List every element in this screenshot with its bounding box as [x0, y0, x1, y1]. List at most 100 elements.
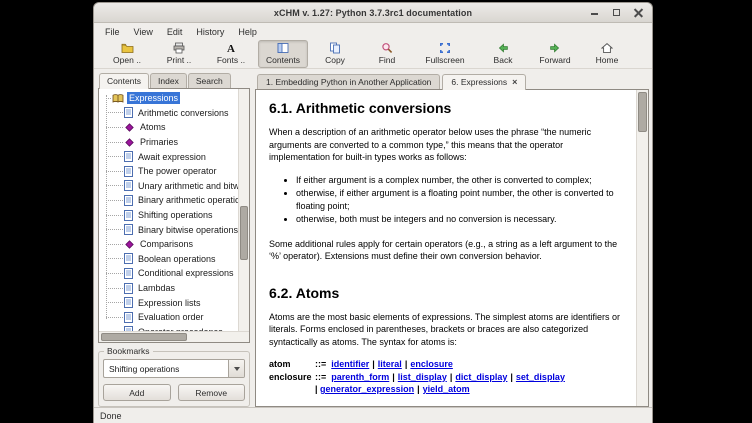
menu-help[interactable]: Help: [231, 25, 264, 39]
grammar-link-set_display[interactable]: set_display: [516, 372, 565, 382]
grammar-separator: |: [405, 359, 408, 369]
grammar-link-yield_atom[interactable]: yield_atom: [423, 384, 470, 394]
page-icon: [124, 224, 133, 235]
grammar-link-parenth_form[interactable]: parenth_form: [331, 372, 389, 382]
window-controls: [590, 3, 643, 22]
contents-button[interactable]: Contents: [258, 40, 308, 68]
tree-connector: [106, 215, 123, 216]
toolbar-button-label: Contents: [266, 55, 300, 65]
tree-item-the-power-operator[interactable]: The power operator: [99, 164, 249, 179]
find-icon: [381, 42, 393, 54]
tab-search[interactable]: Search: [188, 73, 231, 88]
tree-connector: [106, 258, 123, 259]
section-heading: 6.2. Atoms: [269, 285, 626, 301]
open-folder-icon: [121, 42, 134, 54]
tree-connector: [106, 156, 123, 157]
tree-item-lambdas[interactable]: Lambdas: [99, 281, 249, 296]
tree-item-boolean-operations[interactable]: Boolean operations: [99, 252, 249, 267]
tree-item-expressions[interactable]: Expressions: [99, 91, 249, 106]
fullscreen-button[interactable]: Fullscreen: [420, 40, 470, 68]
diamond-icon: [124, 239, 135, 250]
tree-item-label: Binary bitwise operations: [136, 224, 240, 236]
toolbar: Open .. Print .. AFonts .. Contents CopyFind…: [94, 40, 652, 69]
document-tab-2[interactable]: 6. Expressions×: [442, 74, 526, 90]
bookmark-remove-button[interactable]: Remove: [178, 384, 246, 401]
menu-file[interactable]: File: [98, 25, 127, 39]
menu-history[interactable]: History: [189, 25, 231, 39]
bookmark-buttons: Add Remove: [103, 384, 245, 401]
document-tabs: 1. Embedding Python in Another Applicati…: [255, 71, 649, 89]
toolbar-button-label: Forward: [539, 55, 570, 65]
close-icon[interactable]: [634, 8, 643, 17]
app-window: xCHM v. 1.27: Python 3.7.3rc1 documentat…: [93, 2, 653, 423]
grammar-rule-name: atom: [269, 358, 315, 371]
grammar-separator: |: [392, 372, 395, 382]
tree-item-binary-bitwise-operations[interactable]: Binary bitwise operations: [99, 222, 249, 237]
tree-item-await-expression[interactable]: Await expression: [99, 149, 249, 164]
document-vscroll-thumb[interactable]: [638, 92, 647, 132]
tree-item-arithmetic-conversions[interactable]: Arithmetic conversions: [99, 106, 249, 121]
tree-item-label: Conditional expressions: [136, 267, 236, 279]
find-button[interactable]: Find: [362, 40, 412, 68]
contents-tree-panel: ExpressionsArithmetic conversionsAtomsPr…: [98, 88, 250, 343]
paragraph: Atoms are the most basic elements of exp…: [269, 311, 626, 349]
page-icon: [124, 151, 133, 162]
fonts-button[interactable]: AFonts ..: [206, 40, 256, 68]
tab-index[interactable]: Index: [150, 73, 187, 88]
chevron-down-icon: [234, 367, 240, 371]
grammar-link-literal[interactable]: literal: [378, 359, 402, 369]
grammar-link-list_display[interactable]: list_display: [398, 372, 447, 382]
tree-connector: [106, 142, 123, 143]
grammar-rule-body: | generator_expression|yield_atom: [315, 383, 470, 396]
grammar-separator: |: [510, 372, 513, 382]
tree-item-binary-arithmetic-operation[interactable]: Binary arithmetic operation: [99, 193, 249, 208]
forward-button[interactable]: Forward: [530, 40, 580, 68]
grammar-separator: |: [417, 384, 420, 394]
about-button[interactable]: ?About: [640, 40, 653, 68]
minimize-icon[interactable]: [590, 8, 599, 17]
menu-view[interactable]: View: [127, 25, 160, 39]
tree-item-unary-arithmetic-and-bitwis[interactable]: Unary arithmetic and bitwis: [99, 179, 249, 194]
tree-connector: [106, 229, 123, 230]
tree-item-comparisons[interactable]: Comparisons: [99, 237, 249, 252]
tree-item-shifting-operations[interactable]: Shifting operations: [99, 208, 249, 223]
grammar-link-identifier[interactable]: identifier: [331, 359, 369, 369]
book-icon: [112, 93, 124, 104]
open-button[interactable]: Open ..: [102, 40, 152, 68]
grammar-link-enclosure[interactable]: enclosure: [410, 359, 453, 369]
tree-item-atoms[interactable]: Atoms: [99, 120, 249, 135]
menu-edit[interactable]: Edit: [160, 25, 190, 39]
toolbar-button-label: Print ..: [167, 55, 192, 65]
tab-close-icon[interactable]: ×: [512, 79, 517, 86]
bullet-item: otherwise, if either argument is a float…: [296, 187, 626, 212]
diamond-icon: [124, 122, 135, 133]
tree-item-label: Comparisons: [138, 238, 195, 250]
tree-hscroll-thumb[interactable]: [101, 333, 187, 341]
tree-horizontal-scrollbar[interactable]: [99, 331, 249, 342]
copy-button[interactable]: Copy: [310, 40, 360, 68]
back-button[interactable]: Back: [478, 40, 528, 68]
maximize-icon[interactable]: [612, 8, 621, 17]
toolbar-button-label: Fullscreen: [425, 55, 464, 65]
tree-item-evaluation-order[interactable]: Evaluation order: [99, 310, 249, 325]
tree-item-primaries[interactable]: Primaries: [99, 135, 249, 150]
tree-vertical-scrollbar[interactable]: [238, 89, 249, 332]
titlebar[interactable]: xCHM v. 1.27: Python 3.7.3rc1 documentat…: [94, 3, 652, 23]
tree-item-label: Binary arithmetic operation: [136, 194, 247, 206]
document-tab-1[interactable]: 1. Embedding Python in Another Applicati…: [257, 74, 440, 89]
tab-contents[interactable]: Contents: [99, 73, 149, 89]
tree-item-conditional-expressions[interactable]: Conditional expressions: [99, 266, 249, 281]
print-button[interactable]: Print ..: [154, 40, 204, 68]
combo-dropdown-button[interactable]: [228, 360, 244, 377]
section-heading: 6.1. Arithmetic conversions: [269, 100, 626, 116]
tree-vscroll-thumb[interactable]: [240, 206, 248, 260]
tree-item-expression-lists[interactable]: Expression lists: [99, 295, 249, 310]
grammar-link-dict_display[interactable]: dict_display: [455, 372, 507, 382]
fullscreen-icon: [439, 42, 451, 54]
bookmark-add-button[interactable]: Add: [103, 384, 171, 401]
document-view: 6.1. Arithmetic conversionsWhen a descri…: [255, 89, 649, 407]
grammar-link-generator_expression[interactable]: generator_expression: [320, 384, 414, 394]
home-button[interactable]: Home: [582, 40, 632, 68]
bookmark-combobox[interactable]: Shifting operations: [103, 359, 245, 378]
document-vertical-scrollbar[interactable]: [636, 90, 648, 406]
